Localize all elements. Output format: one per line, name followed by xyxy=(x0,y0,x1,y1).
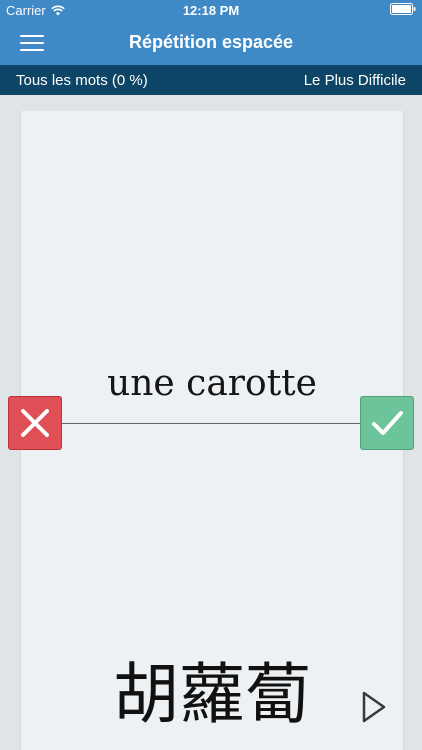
status-bar: Carrier 12:18 PM xyxy=(0,0,422,22)
play-icon[interactable] xyxy=(360,690,388,724)
word-list-bar: Tous les mots (0 %) Le Plus Difficile xyxy=(0,65,422,95)
status-time: 12:18 PM xyxy=(182,3,240,18)
flashcard-word: une carotte xyxy=(107,363,317,404)
battery-icon xyxy=(390,3,416,15)
mark-wrong-button[interactable] xyxy=(8,396,62,450)
navigation-bar: Répétition espacée xyxy=(0,22,422,65)
flashcard-translation: 胡蘿蔔 xyxy=(113,656,311,733)
difficulty-mode-selector[interactable]: Le Plus Difficile xyxy=(304,72,406,89)
card-divider xyxy=(60,423,362,424)
cross-icon xyxy=(21,409,49,437)
word-set-selector[interactable]: Tous les mots (0 %) xyxy=(16,72,148,89)
mark-correct-button[interactable] xyxy=(360,396,414,450)
checkmark-icon xyxy=(372,411,403,435)
page-title: Répétition espacée xyxy=(128,32,294,52)
flashcard[interactable]: une carotte 胡蘿蔔 xyxy=(20,111,404,750)
